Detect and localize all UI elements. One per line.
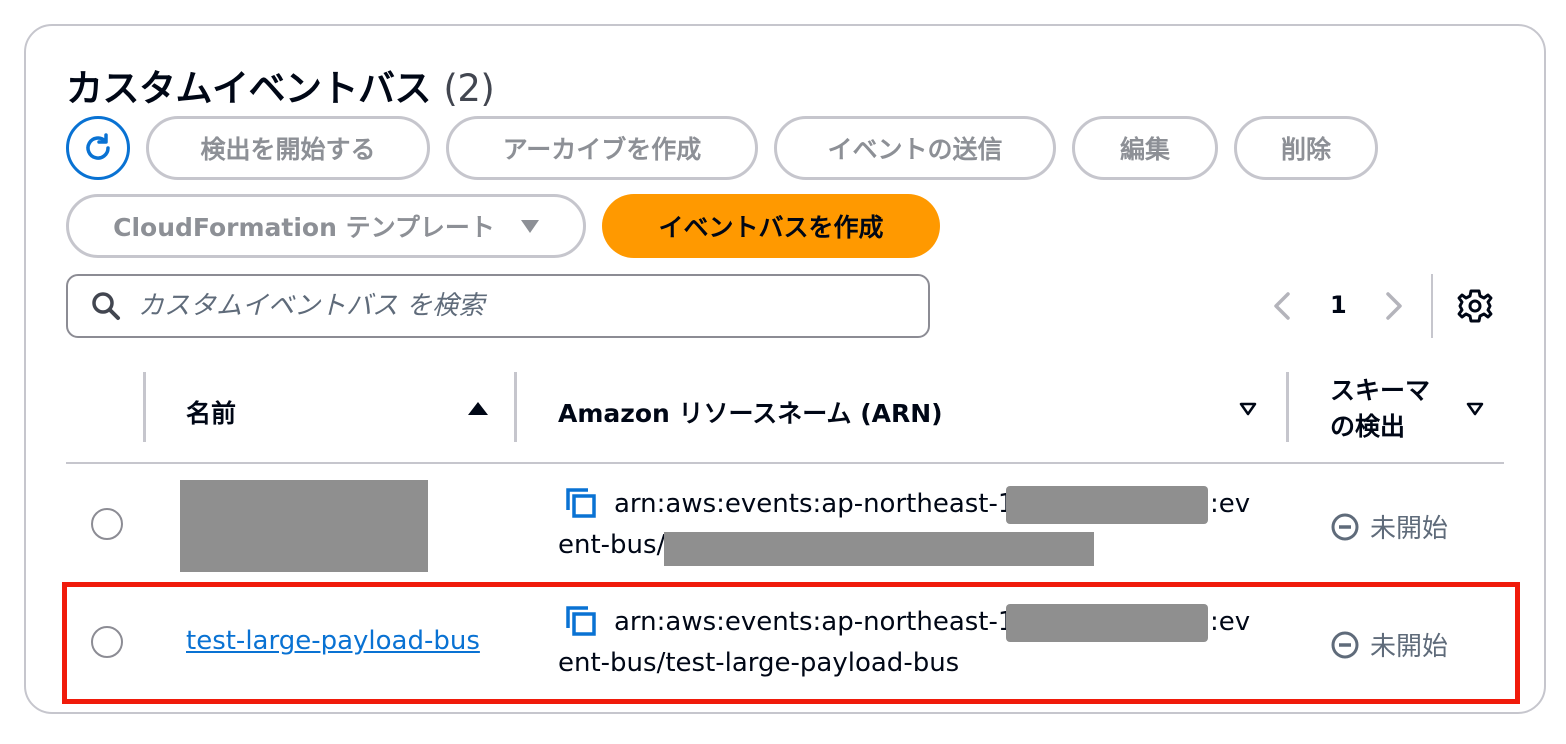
column-header-arn[interactable]: Amazon リソースネーム (ARN) bbox=[558, 394, 943, 430]
search-icon bbox=[92, 292, 120, 320]
arn-suffix: :ev bbox=[1210, 489, 1251, 519]
pager-divider bbox=[1431, 274, 1433, 338]
column-separator bbox=[143, 372, 146, 442]
cloudformation-template-dropdown[interactable]: CloudFormation テンプレート bbox=[66, 194, 586, 258]
sort-descending-icon[interactable] bbox=[1466, 402, 1484, 416]
highlight-box bbox=[62, 582, 1520, 704]
redacted-bus-name bbox=[664, 532, 1094, 566]
refresh-icon bbox=[86, 133, 110, 160]
stopped-status-icon bbox=[1331, 513, 1359, 540]
copy-icon[interactable] bbox=[564, 486, 598, 520]
title-count: (2) bbox=[443, 67, 495, 110]
refresh-button[interactable] bbox=[66, 116, 130, 180]
cloudformation-label: CloudFormation テンプレート bbox=[113, 213, 495, 242]
header-divider bbox=[66, 462, 1504, 464]
arn-prefix: arn:aws:events:ap-northeast-1: bbox=[614, 489, 1024, 519]
arn-text-line1: arn:aws:events:ap-northeast-1: bbox=[614, 489, 1023, 519]
column-header-schema[interactable]: スキーマ の検出 bbox=[1330, 373, 1430, 445]
create-archive-button[interactable]: アーカイブを作成 bbox=[446, 116, 758, 180]
chevron-right-icon[interactable] bbox=[1380, 290, 1408, 322]
search-input[interactable] bbox=[138, 291, 898, 321]
title-text: カスタムイベントバス bbox=[66, 67, 432, 110]
page-title: カスタムイベントバス (2) bbox=[66, 58, 495, 112]
start-discovery-button[interactable]: 検出を開始する bbox=[146, 116, 430, 180]
column-separator[interactable] bbox=[514, 372, 517, 442]
sort-ascending-icon[interactable] bbox=[468, 402, 488, 415]
column-separator[interactable] bbox=[1286, 372, 1289, 442]
page-number[interactable]: 1 bbox=[1330, 291, 1347, 319]
create-event-bus-button[interactable]: イベントバスを作成 bbox=[602, 194, 940, 258]
status-label: 未開始 bbox=[1370, 514, 1449, 544]
schema-status: 未開始 bbox=[1330, 508, 1448, 545]
schema-header-line2: の検出 bbox=[1330, 412, 1406, 441]
schema-header-line1: スキーマ bbox=[1330, 376, 1431, 405]
caret-down-icon bbox=[520, 219, 539, 233]
search-box[interactable] bbox=[66, 274, 930, 338]
send-event-button[interactable]: イベントの送信 bbox=[774, 116, 1056, 180]
edit-button[interactable]: 編集 bbox=[1072, 116, 1218, 180]
row-select-radio[interactable] bbox=[91, 508, 123, 540]
redacted-account-id bbox=[1006, 486, 1208, 524]
delete-button[interactable]: 削除 bbox=[1234, 116, 1378, 180]
gear-icon[interactable] bbox=[1456, 287, 1494, 325]
redacted-name bbox=[180, 480, 428, 572]
arn-text-line2: ent-bus/ bbox=[558, 530, 666, 560]
sort-descending-icon[interactable] bbox=[1239, 402, 1257, 416]
column-header-name[interactable]: 名前 bbox=[186, 394, 236, 430]
chevron-left-icon[interactable] bbox=[1268, 290, 1296, 322]
